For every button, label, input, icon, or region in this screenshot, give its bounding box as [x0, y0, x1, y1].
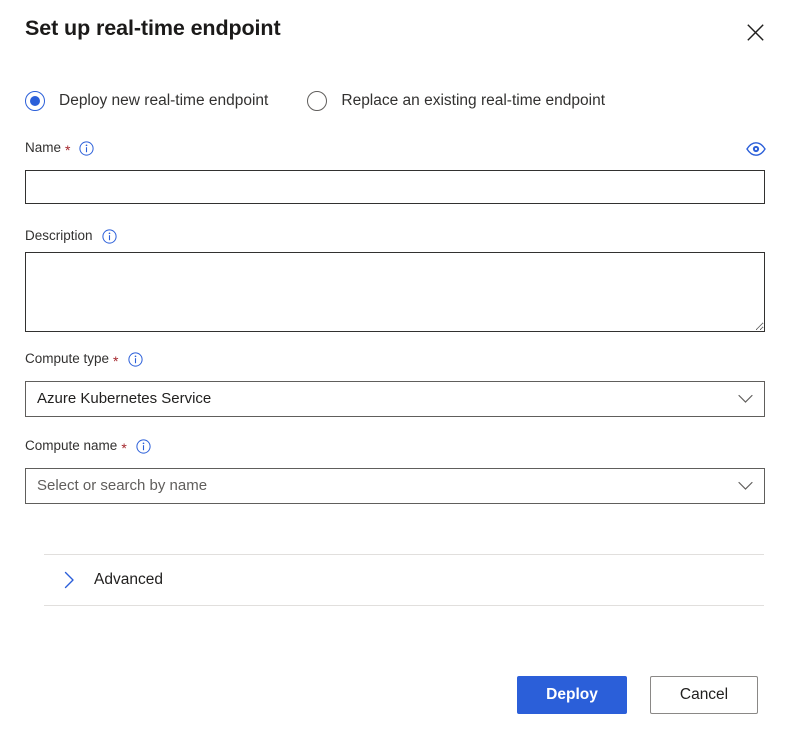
radio-label-deploy-new: Deploy new real-time endpoint [59, 92, 269, 109]
compute-type-dropdown[interactable]: Azure Kubernetes Service [25, 381, 765, 417]
compute-name-label-text: Compute name [25, 438, 118, 453]
dialog-header: Set up real-time endpoint [0, 0, 792, 66]
name-input[interactable] [25, 170, 765, 204]
chevron-right-icon [58, 569, 80, 591]
setup-realtime-endpoint-dialog: Set up real-time endpoint Deploy new rea… [0, 0, 792, 735]
compute-name-field-label: Compute name * [25, 437, 151, 455]
endpoint-mode-radio-group: Deploy new real-time endpoint Replace an… [25, 91, 605, 111]
description-textarea[interactable] [25, 252, 765, 332]
compute-type-required-marker: * [113, 353, 119, 369]
compute-name-value: Select or search by name [37, 477, 208, 494]
info-icon[interactable] [127, 351, 143, 367]
description-field-label: Description [25, 227, 117, 245]
chevron-down-icon [732, 386, 758, 412]
description-label-text: Description [25, 228, 93, 243]
info-icon[interactable] [136, 438, 151, 454]
dialog-footer: Deploy Cancel [0, 676, 792, 718]
compute-type-label-text: Compute type [25, 351, 110, 366]
compute-type-value: Azure Kubernetes Service [37, 390, 212, 407]
radio-label-replace-existing: Replace an existing real-time endpoint [341, 92, 606, 109]
info-icon[interactable] [101, 228, 117, 244]
info-icon[interactable] [79, 140, 95, 156]
advanced-section-toggle[interactable]: Advanced [44, 554, 764, 606]
chevron-down-icon [732, 473, 758, 499]
close-button[interactable] [740, 17, 770, 47]
name-field-label: Name * [25, 139, 95, 158]
radio-selected-icon [25, 91, 45, 111]
deploy-button[interactable]: Deploy [517, 676, 627, 714]
cancel-button[interactable]: Cancel [650, 676, 758, 714]
reveal-name-button[interactable] [745, 139, 767, 159]
eye-icon [746, 142, 766, 156]
radio-unselected-icon [307, 91, 328, 111]
radio-deploy-new-endpoint[interactable]: Deploy new real-time endpoint [25, 91, 268, 111]
radio-replace-existing-endpoint[interactable]: Replace an existing real-time endpoint [307, 91, 605, 111]
compute-type-field-label: Compute type * [25, 350, 143, 368]
advanced-label: Advanced [94, 571, 163, 588]
close-icon [746, 23, 764, 41]
compute-name-required-marker: * [121, 440, 127, 456]
name-required-marker: * [65, 142, 71, 158]
page-title: Set up real-time endpoint [25, 16, 281, 40]
name-label-text: Name [25, 140, 62, 155]
compute-name-dropdown[interactable]: Select or search by name [25, 468, 765, 504]
